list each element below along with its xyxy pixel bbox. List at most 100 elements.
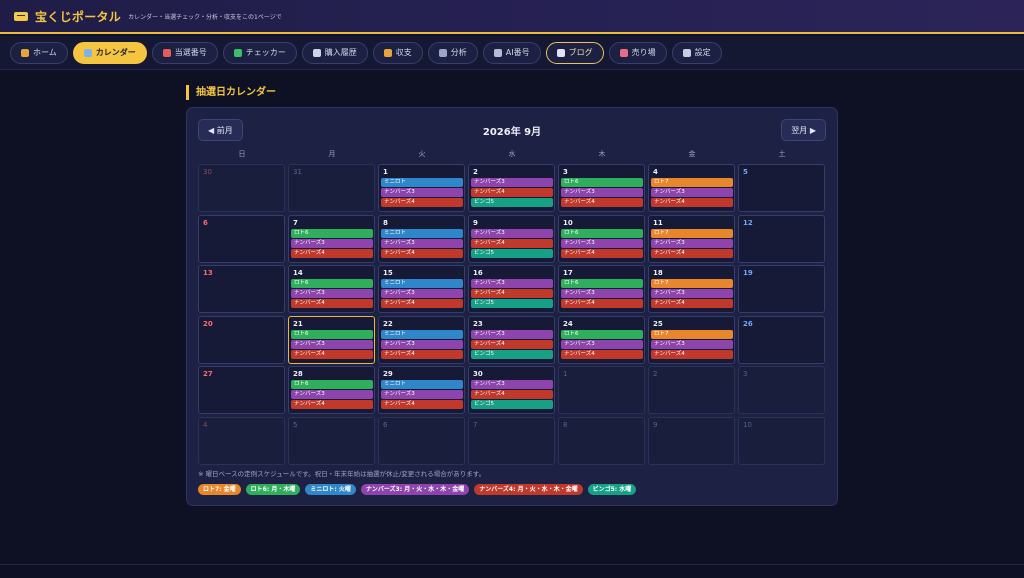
draw-tag-mini[interactable]: ミニロト (381, 380, 463, 389)
draw-tag-n3[interactable]: ナンバーズ3 (471, 229, 553, 238)
draw-tag-n3[interactable]: ナンバーズ3 (291, 390, 373, 399)
draw-tag-n4[interactable]: ナンバーズ4 (561, 198, 643, 207)
draw-tag-l6[interactable]: ロト6 (561, 330, 643, 339)
draw-tag-n4[interactable]: ナンバーズ4 (381, 198, 463, 207)
draw-tag-mini[interactable]: ミニロト (381, 279, 463, 288)
draw-tag-n3[interactable]: ナンバーズ3 (381, 289, 463, 298)
calendar-day-cell[interactable]: 3 (738, 366, 825, 414)
calendar-day-cell[interactable]: 30 (198, 164, 285, 212)
calendar-day-cell[interactable]: 25 ロト7 ナンバーズ3 ナンバーズ4 (648, 316, 735, 364)
draw-tag-n4[interactable]: ナンバーズ4 (651, 198, 733, 207)
draw-tag-n3[interactable]: ナンバーズ3 (381, 188, 463, 197)
calendar-day-cell[interactable]: 4 (198, 417, 285, 465)
draw-tag-n3[interactable]: ナンバーズ3 (561, 239, 643, 248)
draw-tag-n3[interactable]: ナンバーズ3 (561, 340, 643, 349)
calendar-day-cell[interactable]: 19 (738, 265, 825, 313)
draw-tag-l7[interactable]: ロト7 (651, 178, 733, 187)
draw-tag-l6[interactable]: ロト6 (561, 178, 643, 187)
draw-tag-n3[interactable]: ナンバーズ3 (651, 289, 733, 298)
calendar-day-cell[interactable]: 11 ロト7 ナンバーズ3 ナンバーズ4 (648, 215, 735, 263)
draw-tag-n4[interactable]: ナンバーズ4 (381, 249, 463, 258)
draw-tag-mini[interactable]: ミニロト (381, 178, 463, 187)
calendar-day-cell[interactable]: 10 ロト6 ナンバーズ3 ナンバーズ4 (558, 215, 645, 263)
draw-tag-n4[interactable]: ナンバーズ4 (471, 239, 553, 248)
draw-tag-l7[interactable]: ロト7 (651, 229, 733, 238)
calendar-day-cell[interactable]: 1 ミニロト ナンバーズ3 ナンバーズ4 (378, 164, 465, 212)
calendar-day-cell[interactable]: 18 ロト7 ナンバーズ3 ナンバーズ4 (648, 265, 735, 313)
draw-tag-n4[interactable]: ナンバーズ4 (471, 390, 553, 399)
draw-tag-n3[interactable]: ナンバーズ3 (291, 340, 373, 349)
calendar-day-cell[interactable]: 21 ロト6 ナンバーズ3 ナンバーズ4 (288, 316, 375, 364)
nav-tab-0[interactable]: ホーム (10, 41, 68, 64)
draw-tag-n4[interactable]: ナンバーズ4 (471, 188, 553, 197)
draw-tag-n3[interactable]: ナンバーズ3 (381, 340, 463, 349)
nav-tab-2[interactable]: 当選番号 (151, 41, 218, 64)
draw-tag-n4[interactable]: ナンバーズ4 (291, 400, 373, 409)
draw-tag-mini[interactable]: ミニロト (381, 229, 463, 238)
draw-tag-n4[interactable]: ナンバーズ4 (291, 249, 373, 258)
draw-tag-bingo[interactable]: ビンゴ5 (471, 400, 553, 409)
calendar-day-cell[interactable]: 2 (648, 366, 735, 414)
draw-tag-n3[interactable]: ナンバーズ3 (471, 380, 553, 389)
draw-tag-n4[interactable]: ナンバーズ4 (561, 299, 643, 308)
calendar-day-cell[interactable]: 27 (198, 366, 285, 414)
calendar-day-cell[interactable]: 28 ロト6 ナンバーズ3 ナンバーズ4 (288, 366, 375, 414)
calendar-day-cell[interactable]: 12 (738, 215, 825, 263)
calendar-day-cell[interactable]: 7 ロト6 ナンバーズ3 ナンバーズ4 (288, 215, 375, 263)
calendar-day-cell[interactable]: 3 ロト6 ナンバーズ3 ナンバーズ4 (558, 164, 645, 212)
draw-tag-l7[interactable]: ロト7 (651, 279, 733, 288)
draw-tag-n3[interactable]: ナンバーズ3 (651, 239, 733, 248)
calendar-day-cell[interactable]: 24 ロト6 ナンバーズ3 ナンバーズ4 (558, 316, 645, 364)
draw-tag-n3[interactable]: ナンバーズ3 (381, 239, 463, 248)
nav-tab-3[interactable]: チェッカー (222, 41, 297, 64)
draw-tag-n4[interactable]: ナンバーズ4 (561, 350, 643, 359)
calendar-day-cell[interactable]: 5 (288, 417, 375, 465)
nav-tab-8[interactable]: ブログ (545, 41, 604, 64)
calendar-day-cell[interactable]: 7 (468, 417, 555, 465)
calendar-day-cell[interactable]: 9 ナンバーズ3 ナンバーズ4 ビンゴ5 (468, 215, 555, 263)
calendar-day-cell[interactable]: 22 ミニロト ナンバーズ3 ナンバーズ4 (378, 316, 465, 364)
calendar-day-cell[interactable]: 30 ナンバーズ3 ナンバーズ4 ビンゴ5 (468, 366, 555, 414)
nav-tab-1[interactable]: カレンダー (72, 41, 147, 64)
draw-tag-l6[interactable]: ロト6 (291, 380, 373, 389)
draw-tag-n4[interactable]: ナンバーズ4 (381, 350, 463, 359)
calendar-day-cell[interactable]: 17 ロト6 ナンバーズ3 ナンバーズ4 (558, 265, 645, 313)
calendar-day-cell[interactable]: 9 (648, 417, 735, 465)
draw-tag-n3[interactable]: ナンバーズ3 (471, 279, 553, 288)
draw-tag-n3[interactable]: ナンバーズ3 (561, 188, 643, 197)
draw-tag-n4[interactable]: ナンバーズ4 (651, 299, 733, 308)
draw-tag-l6[interactable]: ロト6 (291, 229, 373, 238)
draw-tag-n3[interactable]: ナンバーズ3 (471, 178, 553, 187)
calendar-day-cell[interactable]: 26 (738, 316, 825, 364)
calendar-day-cell[interactable]: 8 ミニロト ナンバーズ3 ナンバーズ4 (378, 215, 465, 263)
draw-tag-n3[interactable]: ナンバーズ3 (291, 289, 373, 298)
draw-tag-n4[interactable]: ナンバーズ4 (471, 289, 553, 298)
site-title[interactable]: 宝くじポータル (35, 8, 121, 25)
calendar-day-cell[interactable]: 23 ナンバーズ3 ナンバーズ4 ビンゴ5 (468, 316, 555, 364)
draw-tag-n4[interactable]: ナンバーズ4 (291, 299, 373, 308)
draw-tag-l6[interactable]: ロト6 (561, 279, 643, 288)
calendar-day-cell[interactable]: 29 ミニロト ナンバーズ3 ナンバーズ4 (378, 366, 465, 414)
nav-tab-5[interactable]: 収支 (372, 41, 423, 64)
next-month-button[interactable]: 翌月 ▶ (781, 119, 826, 141)
draw-tag-bingo[interactable]: ビンゴ5 (471, 198, 553, 207)
calendar-day-cell[interactable]: 6 (198, 215, 285, 263)
calendar-day-cell[interactable]: 14 ロト6 ナンバーズ3 ナンバーズ4 (288, 265, 375, 313)
draw-tag-bingo[interactable]: ビンゴ5 (471, 299, 553, 308)
draw-tag-n3[interactable]: ナンバーズ3 (381, 390, 463, 399)
draw-tag-n4[interactable]: ナンバーズ4 (561, 249, 643, 258)
draw-tag-n4[interactable]: ナンバーズ4 (651, 350, 733, 359)
calendar-day-cell[interactable]: 1 (558, 366, 645, 414)
draw-tag-n4[interactable]: ナンバーズ4 (291, 350, 373, 359)
draw-tag-l6[interactable]: ロト6 (291, 279, 373, 288)
draw-tag-n4[interactable]: ナンバーズ4 (471, 340, 553, 349)
calendar-day-cell[interactable]: 5 (738, 164, 825, 212)
calendar-day-cell[interactable]: 6 (378, 417, 465, 465)
nav-tab-10[interactable]: 設定 (671, 41, 722, 64)
calendar-day-cell[interactable]: 20 (198, 316, 285, 364)
calendar-day-cell[interactable]: 15 ミニロト ナンバーズ3 ナンバーズ4 (378, 265, 465, 313)
draw-tag-n3[interactable]: ナンバーズ3 (291, 239, 373, 248)
draw-tag-n4[interactable]: ナンバーズ4 (381, 400, 463, 409)
calendar-day-cell[interactable]: 13 (198, 265, 285, 313)
draw-tag-n3[interactable]: ナンバーズ3 (651, 188, 733, 197)
